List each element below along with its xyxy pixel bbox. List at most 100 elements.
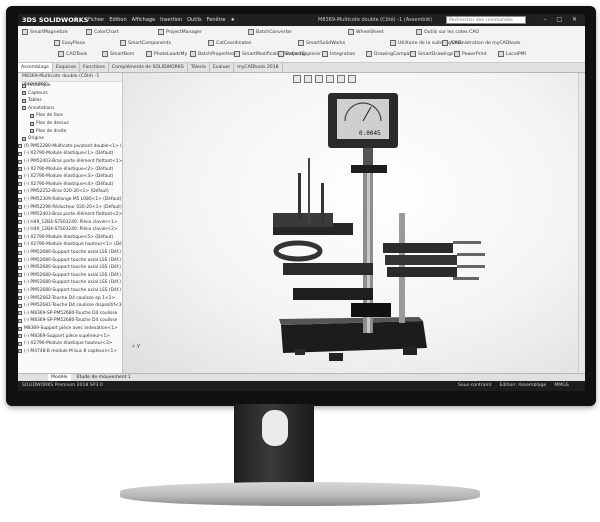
tree-item[interactable]: (-) PM52680-Support touche axial LSS (Dé… [18,279,122,287]
ribbon-button[interactable]: ColorChart [86,29,119,35]
menu-item[interactable]: Outils [187,14,201,26]
task-pane-bar[interactable] [578,73,585,373]
status-item: Sous-contraint [458,383,492,388]
tree-item[interactable]: (-) X2790-Module élastique<5> (Défaut) [18,234,122,242]
tree-item[interactable]: (f) PM52280-Multicote pivotant double<1>… [18,143,122,151]
ribbon-button[interactable]: CatCoordinates [208,40,251,46]
ribbon-button[interactable]: WheelSheet [348,29,384,35]
command-ribbon: SmartMagnetize EasyPlace ColorChart SmartCo… [18,26,585,63]
solidworks-logo: 3DS SOLIDWORKS [22,16,89,24]
ribbon-small-button[interactable]: PhotoLoadsMy [146,51,187,57]
tree-item-label: (-) X2790-Module élastique<4> (Défaut) [24,181,114,187]
graphics-viewport[interactable]: 0.0045 ⊥ y [123,73,585,373]
tab-6[interactable]: myCADtools 2018 [234,63,283,72]
component-icon [18,220,22,225]
ribbon-small-button-label: SmartBom [110,51,135,57]
ribbon-button-label: ColorChart [94,29,119,35]
tree-item[interactable]: Capteurs [18,90,122,98]
tree-item[interactable]: Plan de dessus [18,120,122,128]
tree-item[interactable]: Plan de face [18,112,122,120]
ribbon-small-button[interactable]: CADTools [58,51,87,57]
doc-tab[interactable]: Modèle [48,374,71,381]
tree-root-item[interactable]: M8369-Multicote double (Côté) -1 (Assemb… [18,73,122,87]
monitor-bezel: 3DS SOLIDWORKS Fichier Edition Affichage In… [6,6,596,406]
tab-0[interactable]: Assemblage [18,63,53,72]
tree-item[interactable]: (-) X2790-Module élastique<3> (Défaut) [18,173,122,181]
tree-item[interactable]: Historique [18,82,122,90]
tree-item[interactable]: (-) M4748-B module M bus 8 capteurs<1> [18,348,122,356]
tree-item[interactable]: (-) PM52252-Bras 020-20<1> (Défaut) [18,188,122,196]
tool-icon [58,51,64,57]
ribbon-small-button[interactable]: SmartBom [102,51,134,57]
tree-item[interactable]: (-) X2790-Module élastique hauteur<1> (D… [18,241,122,249]
tree-item[interactable]: (-) PM52309-Rallonge M5 L080<1> (Défaut) [18,196,122,204]
ribbon-button[interactable]: BatchConverter [248,29,292,35]
tree-item[interactable]: (-) H49_12B4-S7S03240: Pièce clavier<1> [18,219,122,227]
menu-item[interactable]: ★ [230,14,234,26]
component-icon [18,189,22,194]
tree-item[interactable]: (-) H49_12B4-S7S03240: Pièce clavier<2> [18,226,122,234]
ribbon-button[interactable]: SmartComponents [120,40,171,46]
ribbon-small-button-label: LocalPMI [506,51,526,57]
ribbon-button[interactable]: ProjectManager [158,29,202,35]
elastic-module [385,255,457,265]
menu-item[interactable]: Insertion [160,14,182,26]
tree-item[interactable]: (-) PM52680-Support touche axial LSS (Dé… [18,257,122,265]
tree-item[interactable]: (-) M8369-SP-PM52680-Touche D4 coulisse [18,317,122,325]
tree-item[interactable]: M8369-Support pièce avec indexation<1> [18,325,122,333]
menu-item[interactable]: Affichage [132,14,156,26]
tab-2[interactable]: Fonctions [80,63,109,72]
tree-item[interactable]: (-) PM52403-Bras porte élément flottant<… [18,158,122,166]
tree-item[interactable]: (-) X2790-Module élastique<4> (Défaut) [18,181,122,189]
ribbon-small-button[interactable]: Integration [322,51,355,57]
tab-1[interactable]: Esquisse [53,63,80,72]
tree-item[interactable]: (-) PM52403-Bras porte élément flottant<… [18,211,122,219]
tree-item[interactable]: (-) PM52680-Support touche axial LSS (Dé… [18,272,122,280]
window-controls[interactable]: – □ ✕ [543,14,581,26]
component-icon [18,182,22,187]
tree-item[interactable]: Origine [18,135,122,143]
ribbon-small-button[interactable]: ProjectExplorer [278,51,321,57]
tree-item[interactable]: Annotations [18,105,122,113]
ribbon-small-button-label: Integration [330,51,356,57]
ribbon-button[interactable]: Outils sur les cotes CAO [416,29,479,35]
tab-5[interactable]: Evaluer [210,63,235,72]
elastic-module [383,243,453,253]
ribbon-button[interactable]: EasyPlace [54,40,85,46]
status-right: Sous-contraint Edition: Assemblage MMGS [458,381,569,391]
ribbon-button[interactable]: Administration de myCADtools [442,40,520,46]
tree-item[interactable]: (-) X2790-Module élastique<2> (Défaut) [18,166,122,174]
tree-item[interactable]: (-) PM52681-Touche D4 coulisse dispositi… [18,302,122,310]
menu-item[interactable]: Fenêtre [207,14,226,26]
menu-item[interactable]: Edition [109,14,126,26]
tab-4[interactable]: Tôlerie [188,63,210,72]
tab-3[interactable]: Compléments de SOLIDWORKS [109,63,188,72]
ribbon-small-button[interactable]: LocalPMI [498,51,526,57]
ribbon-button-label: WheelSheet [356,29,384,35]
assembly-model-render[interactable]: 0.0045 [123,73,585,373]
component-icon [18,265,22,270]
ribbon-small-button[interactable]: BatchProperties [190,51,234,57]
component-icon [30,121,34,126]
ribbon-small-button[interactable]: SmartDrawings [410,51,453,57]
tree-item[interactable]: (-) X2790-Module élastique<1> (Défaut) [18,150,122,158]
menu-item[interactable]: Fichier [88,14,104,26]
doc-tab[interactable]: Etude de mouvement 1 [77,374,131,381]
ribbon-button[interactable]: SmartSolidWorks [298,40,345,46]
tree-item[interactable]: (-) PM52662-Touche D4 coulisse ep 1<2> [18,295,122,303]
ribbon-small-button[interactable]: PowerPrint [454,51,486,57]
tool-icon [278,51,284,57]
tree-item[interactable]: Plan de droite [18,128,122,136]
tree-item[interactable]: (-) PM52296-Réducteur 020-20<1> (Défaut) [18,204,122,212]
tree-item[interactable]: (-) PM52680-Support touche axial LSS (Dé… [18,287,122,295]
tree-item[interactable]: Tables [18,97,122,105]
ribbon-button[interactable]: SmartMagnetize [22,29,68,35]
tree-item[interactable]: (-) X2790-Module élastique hauteur<3> [18,340,122,348]
tree-item[interactable]: (-) M8369-SP-PM52680-Touche D4 coulisse [18,310,122,318]
search-input[interactable]: Rechercher des commandes [446,16,526,24]
tree-item[interactable]: (-) M8369-Support pièce supérieur<1> [18,333,122,341]
ribbon-small-button[interactable]: DrawingCompare [366,51,414,57]
tree-item[interactable]: (-) PM52680-Support touche axial LSS (Dé… [18,249,122,257]
tree-item[interactable]: (-) PM52680-Support touche axial LSS (Dé… [18,264,122,272]
tree-item-label: Origine [28,136,44,142]
